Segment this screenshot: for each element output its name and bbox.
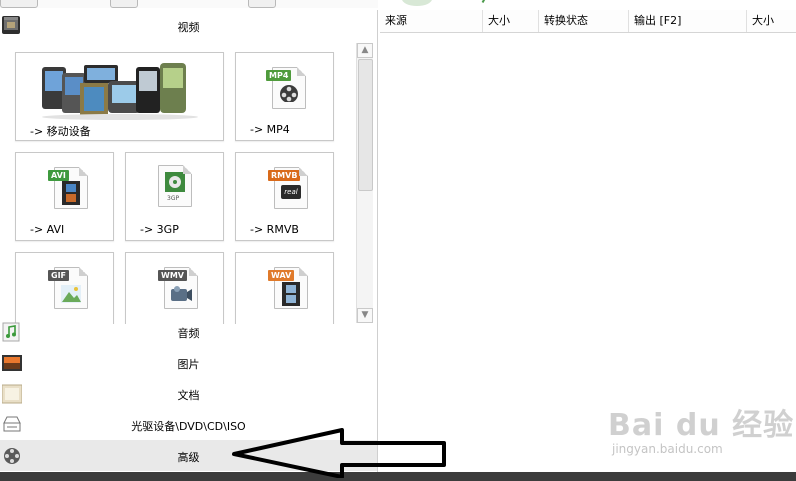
format-grid: -> 移动设备 MP4 -> MP4 AVI -> AVI 3GP -> 3GP bbox=[0, 42, 356, 324]
toolbar-button-2[interactable] bbox=[110, 0, 138, 8]
mobile-devices-icon bbox=[42, 63, 198, 120]
column-output-size[interactable]: 大小 bbox=[747, 10, 796, 32]
reel-icon bbox=[280, 85, 298, 102]
column-source[interactable]: 来源 bbox=[380, 10, 483, 32]
annotation-arrow bbox=[232, 428, 446, 478]
format-tile-rmvb[interactable]: RMVB real -> RMVB bbox=[235, 152, 334, 241]
format-label: -> 3GP bbox=[140, 223, 179, 236]
format-tag: WAV bbox=[268, 270, 295, 281]
task-table-header: 来源 大小 转换状态 输出 [F2] 大小 bbox=[380, 10, 796, 33]
column-size[interactable]: 大小 bbox=[483, 10, 539, 32]
film-strip-icon bbox=[282, 282, 300, 306]
camcorder-icon bbox=[171, 286, 192, 301]
3gp-file-icon: 3GP bbox=[158, 165, 192, 207]
format-tile-avi[interactable]: AVI -> AVI bbox=[15, 152, 114, 241]
watermark-logo: Bai du 经验 bbox=[608, 408, 795, 443]
format-tile-mp4[interactable]: MP4 -> MP4 bbox=[235, 52, 334, 141]
format-tag: MP4 bbox=[266, 70, 292, 81]
real-logo: real bbox=[281, 185, 301, 199]
film-reel-icon bbox=[165, 172, 185, 192]
picture-icon bbox=[61, 285, 81, 303]
format-tag: GIF bbox=[48, 270, 70, 281]
toolbar-button-1[interactable] bbox=[0, 0, 38, 8]
format-label: -> RMVB bbox=[250, 223, 299, 236]
column-status[interactable]: 转换状态 bbox=[539, 10, 629, 32]
format-label: -> AVI bbox=[30, 223, 65, 236]
film-strip-icon bbox=[62, 181, 80, 205]
watermark: Bai du 经验 jingyan.baidu.com bbox=[608, 400, 794, 462]
start-icon[interactable] bbox=[402, 0, 432, 6]
format-tile-wav[interactable]: WAV bbox=[235, 252, 334, 324]
format-tile-3gp[interactable]: 3GP -> 3GP bbox=[125, 152, 224, 241]
category-video[interactable]: 视频 bbox=[0, 10, 377, 40]
format-panel: 视频 -> 移动设备 MP4 -> MP4 AVI -> AVI 3GP -> … bbox=[0, 10, 378, 472]
scroll-thumb[interactable] bbox=[358, 59, 373, 191]
wmv-file-icon: WMV bbox=[158, 267, 198, 309]
format-tile-mobile[interactable]: -> 移动设备 bbox=[15, 52, 224, 141]
pen-icon[interactable] bbox=[481, 0, 495, 7]
gif-file-icon: GIF bbox=[48, 267, 88, 309]
format-tag: RMVB bbox=[268, 170, 301, 181]
toolbar-strip-right bbox=[380, 0, 796, 10]
category-audio[interactable]: 音频 bbox=[0, 316, 377, 347]
format-label: -> 移动设备 bbox=[30, 125, 91, 138]
mp4-file-icon: MP4 bbox=[266, 67, 306, 109]
category-label: 文档 bbox=[177, 389, 200, 402]
format-tile-gif[interactable]: GIF bbox=[15, 252, 114, 324]
category-image[interactable]: 图片 bbox=[0, 347, 377, 378]
watermark-url: jingyan.baidu.com bbox=[612, 442, 723, 456]
category-label: 视频 bbox=[177, 21, 200, 34]
category-label: 图片 bbox=[177, 358, 200, 371]
toolbar-button-3[interactable] bbox=[248, 0, 276, 8]
format-tag: WMV bbox=[158, 270, 187, 281]
avi-file-icon: AVI bbox=[48, 167, 88, 209]
category-document[interactable]: 文档 bbox=[0, 378, 377, 409]
wav-file-icon: WAV bbox=[268, 267, 308, 309]
category-label: 音频 bbox=[177, 327, 200, 340]
format-tile-wmv[interactable]: WMV bbox=[125, 252, 224, 324]
scroll-up-button[interactable]: ▲ bbox=[357, 43, 373, 58]
format-label: -> MP4 bbox=[250, 123, 290, 136]
format-tag: AVI bbox=[48, 170, 69, 181]
rmvb-file-icon: RMVB real bbox=[268, 167, 308, 209]
format-sub: 3GP bbox=[167, 195, 180, 202]
toolbar-strip bbox=[0, 0, 378, 8]
column-output[interactable]: 输出 [F2] bbox=[629, 10, 747, 32]
vertical-scrollbar[interactable]: ▲ ▼ bbox=[356, 43, 373, 323]
